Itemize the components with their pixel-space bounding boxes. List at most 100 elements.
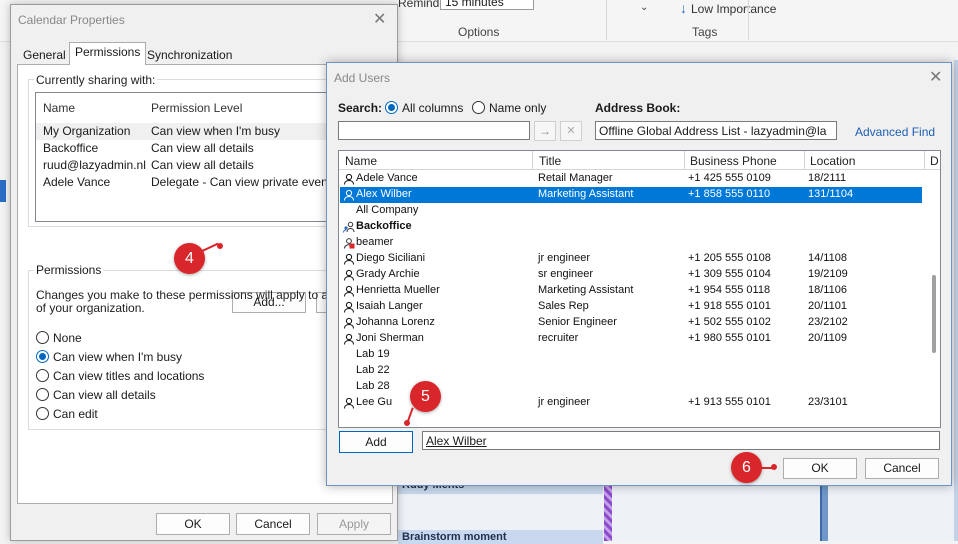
column-header-phone[interactable]: Business Phone (690, 154, 777, 168)
options-group-label: Options (458, 25, 500, 39)
address-list-row[interactable]: Lab 22 (340, 363, 922, 379)
radio-label: Can view titles and locations (53, 369, 205, 383)
ok-button[interactable]: OK (156, 513, 230, 535)
radio-label: Name only (489, 101, 547, 115)
radio-all-details[interactable]: Can view all details (36, 388, 156, 403)
cell-phone: +1 205 555 0108 (688, 252, 771, 264)
go-arrow-icon[interactable]: → (534, 121, 556, 141)
column-header-location[interactable]: Location (810, 154, 855, 168)
ribbon-separator (748, 0, 749, 40)
cell-name: Diego Siciliani (356, 252, 426, 264)
address-list-row[interactable]: Henrietta Mueller Marketing Assistant +1 9… (340, 283, 922, 299)
cell-name: Lab 19 (356, 348, 390, 360)
cancel-button[interactable]: Cancel (865, 458, 939, 479)
cell-location: 131/1104 (808, 188, 854, 200)
cell-phone: +1 425 555 0109 (688, 172, 771, 184)
user-icon (343, 397, 355, 409)
dialog-title: Add Users (334, 71, 391, 85)
group-icon (343, 221, 355, 233)
cell-phone: +1 913 555 0101 (688, 396, 771, 408)
low-importance-button[interactable]: ↓ Low Importance (680, 0, 776, 16)
address-list-row[interactable]: Isaiah Langer Sales Rep +1 918 555 0101 20/… (340, 299, 922, 315)
cell-phone: +1 309 555 0104 (688, 268, 771, 280)
cell-name: Lee Gu (356, 396, 393, 408)
radio-label: Can edit (53, 407, 98, 421)
radio-name-only[interactable]: Name only (472, 101, 546, 115)
vertical-scrollbar[interactable] (932, 275, 936, 353)
address-list-row[interactable]: Grady Archie sr engineer +1 309 555 0104 19… (340, 267, 922, 283)
column-header-permission[interactable]: Permission Level (151, 101, 242, 115)
address-list-row[interactable]: Backoffice (340, 219, 922, 235)
calendar-event[interactable]: Brainstorm moment (398, 530, 603, 544)
tags-group-label: Tags (692, 25, 718, 39)
ribbon-separator (606, 0, 607, 40)
radio-all-columns[interactable]: All columns (385, 101, 463, 115)
cell-title: Retail Manager (538, 172, 613, 184)
column-divider[interactable] (804, 151, 805, 169)
resource-icon (343, 237, 355, 249)
radio-none[interactable]: None (36, 331, 82, 346)
address-list-row[interactable]: Alex Wilber Marketing Assistant +1 858 555… (340, 187, 922, 203)
ok-button[interactable]: OK (783, 458, 857, 479)
clear-icon[interactable]: ✕ (560, 121, 582, 141)
radio-edit[interactable]: Can edit (36, 407, 98, 422)
cell-name: Johanna Lorenz (356, 316, 435, 328)
tab-synchronization[interactable]: Synchronization (141, 45, 238, 65)
user-icon (343, 189, 355, 201)
tab-general[interactable]: General (17, 45, 72, 65)
cell-location: 20/1109 (808, 332, 847, 344)
reminder-select[interactable]: 15 minutes (440, 0, 534, 10)
nav-strip (0, 60, 10, 541)
advanced-find-link[interactable]: Advanced Find (855, 125, 935, 139)
address-book-select[interactable]: Offline Global Address List - lazyadmin@… (595, 121, 837, 140)
cell-location: 18/2111 (808, 172, 847, 184)
radio-busy[interactable]: Can view when I'm busy (36, 350, 182, 365)
cell-phone: +1 918 555 0101 (688, 300, 771, 312)
cell-name: Isaiah Langer (356, 300, 423, 312)
cell-name: Backoffice (356, 220, 412, 232)
address-list-row[interactable]: All Company (340, 203, 922, 219)
cell-name: beamer (356, 236, 394, 248)
column-header-name[interactable]: Name (43, 101, 75, 115)
user-icon (343, 317, 355, 329)
column-header-title[interactable]: Title (539, 154, 561, 168)
nav-selected-indicator (0, 180, 6, 202)
column-header-name[interactable]: Name (345, 154, 377, 168)
low-importance-label: Low Importance (691, 2, 777, 16)
radio-titles-locations[interactable]: Can view titles and locations (36, 369, 204, 384)
sharing-row-level: Can view when I'm busy (151, 124, 281, 138)
cell-title: jr engineer (538, 252, 590, 264)
step-marker-4: 4 (174, 243, 205, 274)
radio-icon (36, 388, 49, 401)
address-list-row[interactable]: Johanna Lorenz Senior Engineer +1 502 555 … (340, 315, 922, 331)
cancel-button[interactable]: Cancel (236, 513, 310, 535)
address-list-row[interactable]: Joni Sherman recruiter +1 980 555 0101 20/1… (340, 331, 922, 347)
column-divider[interactable] (924, 151, 925, 169)
address-list-row[interactable]: Adele Vance Retail Manager +1 425 555 0109… (340, 171, 922, 187)
calendar-busy-bar (820, 486, 828, 541)
tab-permissions[interactable]: Permissions (69, 42, 147, 65)
user-icon (343, 269, 355, 281)
column-divider[interactable] (684, 151, 685, 169)
cell-location: 23/3101 (808, 396, 848, 408)
radio-icon (36, 407, 49, 420)
cell-title: Marketing Assistant (538, 188, 634, 200)
cell-name: Grady Archie (356, 268, 420, 280)
address-list-row[interactable]: Lab 19 (340, 347, 922, 363)
apply-button[interactable]: Apply (317, 513, 391, 535)
search-input[interactable] (338, 121, 530, 140)
column-header-d[interactable]: D (930, 154, 939, 168)
cell-phone: +1 858 555 0110 (688, 188, 771, 200)
address-list-row[interactable]: beamer (340, 235, 922, 251)
sharing-row-level: Can view all details (151, 158, 254, 172)
cell-title: Sales Rep (538, 300, 589, 312)
close-icon[interactable]: ✕ (929, 67, 942, 87)
add-button[interactable]: Add (339, 431, 413, 453)
close-icon[interactable]: ✕ (373, 9, 386, 29)
radio-label: Can view all details (53, 388, 156, 402)
chevron-down-icon[interactable]: ⌄ (640, 2, 648, 13)
cell-phone: +1 954 555 0118 (688, 284, 771, 296)
added-users-field[interactable]: Alex Wilber (422, 431, 940, 450)
address-list-row[interactable]: Diego Siciliani jr engineer +1 205 555 010… (340, 251, 922, 267)
column-divider[interactable] (532, 151, 533, 169)
